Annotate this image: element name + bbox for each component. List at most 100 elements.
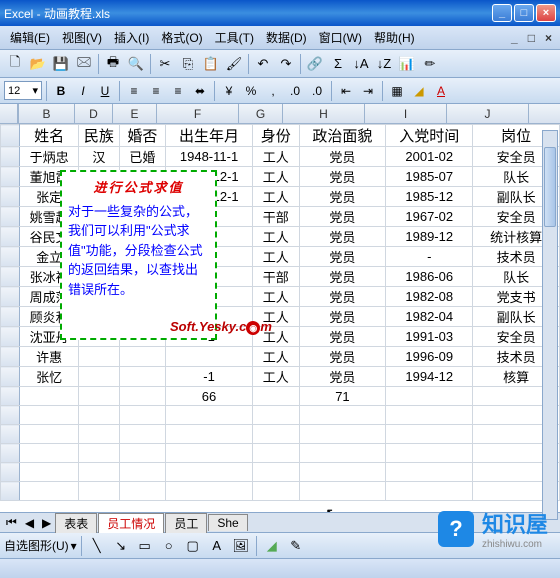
menu-insert[interactable]: 插入(I) xyxy=(108,27,155,48)
cell[interactable]: 党员 xyxy=(299,227,386,247)
select-all-corner[interactable] xyxy=(0,104,18,123)
font-color-icon[interactable]: A xyxy=(431,81,451,101)
cell[interactable] xyxy=(119,444,166,463)
rectangle-icon[interactable]: ▭ xyxy=(134,535,156,557)
format-painter-icon[interactable]: 🖌 xyxy=(223,53,245,75)
cell[interactable] xyxy=(252,406,299,425)
menu-window[interactable]: 窗口(W) xyxy=(313,27,368,48)
cell[interactable] xyxy=(166,482,253,501)
column-header[interactable]: F xyxy=(157,104,239,123)
sort-asc-icon[interactable]: ↓A xyxy=(350,53,372,75)
cell[interactable]: 党员 xyxy=(299,267,386,287)
column-header[interactable]: B xyxy=(19,104,75,123)
cell[interactable]: 1989-12 xyxy=(386,227,473,247)
cell[interactable]: 1996-09 xyxy=(386,347,473,367)
column-header[interactable]: J xyxy=(447,104,529,123)
cell[interactable] xyxy=(119,406,166,425)
cell[interactable]: 党员 xyxy=(299,307,386,327)
cell[interactable]: 工人 xyxy=(252,227,299,247)
cell[interactable]: 党员 xyxy=(299,207,386,227)
cell[interactable] xyxy=(20,482,79,501)
maximize-button[interactable]: □ xyxy=(514,4,534,22)
align-left-icon[interactable]: ≡ xyxy=(124,81,144,101)
cell[interactable] xyxy=(119,387,166,406)
cell[interactable] xyxy=(166,347,253,367)
print-icon[interactable]: 🖶 xyxy=(102,53,124,75)
save-icon[interactable]: 💾 xyxy=(50,53,72,75)
indent-in-icon[interactable]: ⇥ xyxy=(358,81,378,101)
autoshapes-menu[interactable]: 自选图形(U) xyxy=(4,537,69,554)
textbox-icon[interactable]: ▢ xyxy=(182,535,204,557)
bold-button[interactable]: B xyxy=(51,81,71,101)
decrease-decimal-icon[interactable]: .0 xyxy=(307,81,327,101)
drawing-icon[interactable]: ✏ xyxy=(419,53,441,75)
cell[interactable] xyxy=(119,367,166,387)
cell[interactable]: 66 xyxy=(166,387,253,406)
cell[interactable] xyxy=(299,425,386,444)
cell[interactable] xyxy=(252,387,299,406)
cell[interactable] xyxy=(79,367,119,387)
cell[interactable]: 已婚 xyxy=(119,147,166,167)
cell[interactable] xyxy=(20,406,79,425)
cell[interactable]: 1986-06 xyxy=(386,267,473,287)
cell[interactable] xyxy=(20,444,79,463)
cell[interactable]: 工人 xyxy=(252,147,299,167)
chart-icon[interactable]: 📊 xyxy=(396,53,418,75)
line-color-icon[interactable]: ✎ xyxy=(285,535,307,557)
cell[interactable] xyxy=(119,347,166,367)
cell[interactable]: 工人 xyxy=(252,247,299,267)
menu-help[interactable]: 帮助(H) xyxy=(368,27,421,48)
cell[interactable] xyxy=(299,463,386,482)
line-icon[interactable]: ╲ xyxy=(86,535,108,557)
cell[interactable] xyxy=(386,463,473,482)
cell[interactable] xyxy=(79,425,119,444)
column-header[interactable]: I xyxy=(365,104,447,123)
cell[interactable]: 出生年月 xyxy=(166,125,253,147)
cell[interactable] xyxy=(252,463,299,482)
redo-icon[interactable]: ↷ xyxy=(275,53,297,75)
cell[interactable] xyxy=(79,482,119,501)
cell[interactable]: 于炳忠 xyxy=(20,147,79,167)
cell[interactable]: 姓名 xyxy=(20,125,79,147)
new-icon[interactable]: 🗋 xyxy=(4,53,26,75)
cell[interactable] xyxy=(299,482,386,501)
wordart-icon[interactable]: A xyxy=(206,535,228,557)
cell[interactable] xyxy=(166,425,253,444)
cell[interactable]: 工人 xyxy=(252,287,299,307)
cell[interactable]: 党员 xyxy=(299,327,386,347)
cell[interactable]: 政治面貌 xyxy=(299,125,386,147)
doc-minimize[interactable]: _ xyxy=(507,31,522,45)
cell[interactable] xyxy=(252,444,299,463)
align-right-icon[interactable]: ≡ xyxy=(168,81,188,101)
cell[interactable]: 71 xyxy=(299,387,386,406)
cell[interactable]: 党员 xyxy=(299,287,386,307)
cell[interactable]: 党员 xyxy=(299,187,386,207)
doc-close[interactable]: × xyxy=(541,31,556,45)
cell[interactable] xyxy=(79,406,119,425)
permission-icon[interactable]: 🖂 xyxy=(73,53,95,75)
cell[interactable] xyxy=(166,444,253,463)
sheet-tab[interactable]: She xyxy=(208,514,247,531)
cell[interactable]: 工人 xyxy=(252,167,299,187)
cell[interactable]: 汉 xyxy=(79,147,119,167)
borders-icon[interactable]: ▦ xyxy=(387,81,407,101)
sheet-tab[interactable]: 表表 xyxy=(55,513,97,533)
cell[interactable] xyxy=(79,463,119,482)
cell[interactable]: 党员 xyxy=(299,247,386,267)
cell[interactable] xyxy=(386,444,473,463)
cell[interactable]: -1 xyxy=(166,367,253,387)
doc-restore[interactable]: □ xyxy=(524,31,539,45)
menu-edit[interactable]: 编辑(E) xyxy=(4,27,56,48)
cell[interactable] xyxy=(20,463,79,482)
cell[interactable]: 干部 xyxy=(252,267,299,287)
column-header[interactable]: H xyxy=(283,104,365,123)
arrow-icon[interactable]: ↘ xyxy=(110,535,132,557)
cell[interactable]: 党员 xyxy=(299,167,386,187)
currency-icon[interactable]: ¥ xyxy=(219,81,239,101)
cell[interactable] xyxy=(252,425,299,444)
merge-icon[interactable]: ⬌ xyxy=(190,81,210,101)
hyperlink-icon[interactable]: 🔗 xyxy=(304,53,326,75)
font-size-select[interactable]: 12▾ xyxy=(4,81,42,100)
cell[interactable]: 入党时间 xyxy=(386,125,473,147)
comma-icon[interactable]: , xyxy=(263,81,283,101)
